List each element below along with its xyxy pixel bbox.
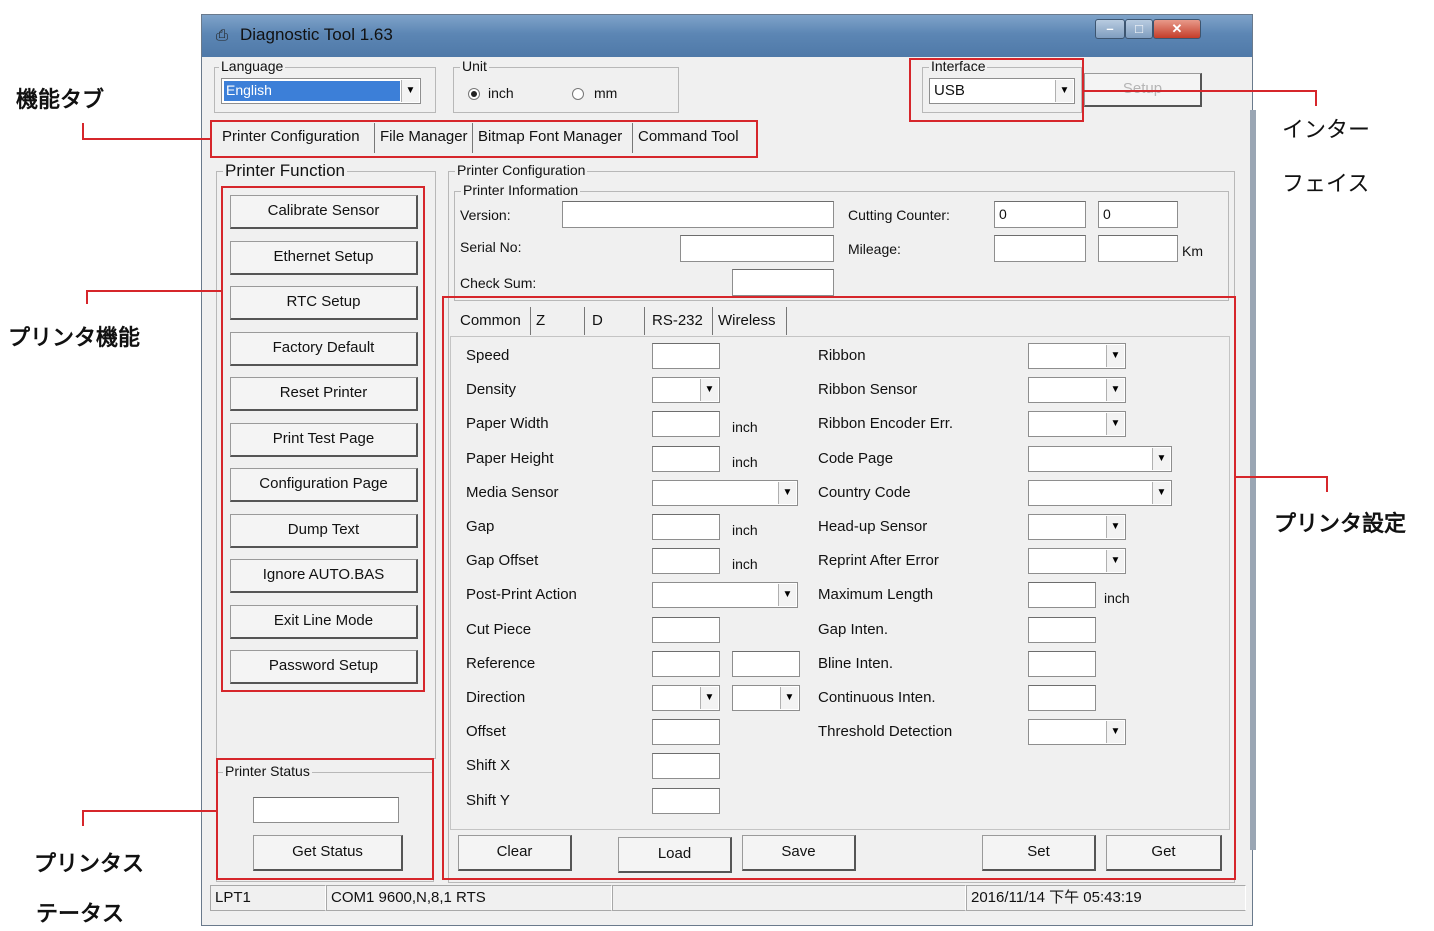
checksum-label: Check Sum: <box>460 275 537 291</box>
chevron-down-icon[interactable]: ▼ <box>401 80 419 102</box>
interface-leader-h <box>1084 90 1316 92</box>
printer-function-leader-v <box>86 290 88 304</box>
annotation-interface-1: インター <box>1282 118 1371 143</box>
mileage-field-2[interactable] <box>1098 235 1178 262</box>
annotation-printer-settings: プリンタ設定 <box>1274 512 1407 537</box>
status-bar: LPT1 COM1 9600,N,8,1 RTS 2016/11/14 下午 0… <box>210 885 1246 911</box>
annotation-printer-function: プリンタ機能 <box>8 326 141 351</box>
window-title: Diagnostic Tool 1.63 <box>240 25 393 44</box>
window-edge-scroll <box>1250 110 1256 850</box>
interface-highlight <box>909 58 1084 122</box>
printer-app-icon: ⎙ <box>216 27 229 44</box>
unit-mm-radio[interactable] <box>572 88 584 100</box>
interface-leader-v <box>1315 90 1317 106</box>
printer-function-leader-h <box>86 290 221 292</box>
annotation-function-tab: 機能タブ <box>16 88 105 113</box>
printer-function-highlight <box>221 186 425 692</box>
maximize-button[interactable]: □ <box>1125 19 1153 39</box>
version-label: Version: <box>460 207 511 223</box>
version-field <box>562 201 834 228</box>
language-value: English <box>226 82 272 98</box>
printer-information-label: Printer Information <box>461 182 581 198</box>
unit-inch-radio[interactable] <box>468 88 480 100</box>
status-datetime: 2016/11/14 下午 05:43:19 <box>966 885 1246 911</box>
mileage-label: Mileage: <box>848 241 901 257</box>
status-com: COM1 9600,N,8,1 RTS <box>326 885 612 911</box>
unit-inch-label: inch <box>488 85 514 101</box>
printer-status-leader-v <box>82 810 84 826</box>
annotation-printer-status-1: プリンタス <box>34 852 145 877</box>
unit-group: Unit inch mm <box>453 58 679 113</box>
language-label: Language <box>219 58 286 74</box>
mileage-field-1[interactable] <box>994 235 1086 262</box>
printer-settings-leader-h <box>1236 476 1328 478</box>
printer-status-highlight <box>216 758 434 880</box>
language-group: Language English ▼ <box>214 58 436 113</box>
printer-function-label: Printer Function <box>223 161 347 181</box>
printer-configuration-label: Printer Configuration <box>455 162 588 178</box>
printer-settings-leader-v <box>1326 476 1328 492</box>
printer-status-leader-h <box>82 810 216 812</box>
minimize-button[interactable]: – <box>1095 19 1125 39</box>
function-tab-highlight <box>210 120 758 158</box>
close-button[interactable]: ✕ <box>1153 19 1201 39</box>
unit-label: Unit <box>460 58 489 74</box>
cutting-counter-field-1[interactable]: 0 <box>994 201 1086 228</box>
annotation-interface-2: フェイス <box>1282 172 1370 197</box>
title-bar[interactable]: ⎙ Diagnostic Tool 1.63 – □ ✕ <box>202 15 1252 57</box>
printer-settings-highlight <box>442 296 1236 880</box>
mileage-unit: Km <box>1182 243 1203 259</box>
cutting-counter-field-2[interactable]: 0 <box>1098 201 1178 228</box>
serial-field <box>680 235 834 262</box>
language-select[interactable]: English ▼ <box>221 78 421 104</box>
checksum-field <box>732 269 834 296</box>
serial-label: Serial No: <box>460 239 522 255</box>
annotation-printer-status-2: テータス <box>36 902 125 927</box>
function-tab-leader-h <box>82 138 210 140</box>
function-tab-leader-v <box>82 123 84 139</box>
cutting-counter-label: Cutting Counter: <box>848 207 950 223</box>
status-blank <box>612 885 966 911</box>
status-port: LPT1 <box>210 885 326 911</box>
unit-mm-label: mm <box>594 85 618 101</box>
